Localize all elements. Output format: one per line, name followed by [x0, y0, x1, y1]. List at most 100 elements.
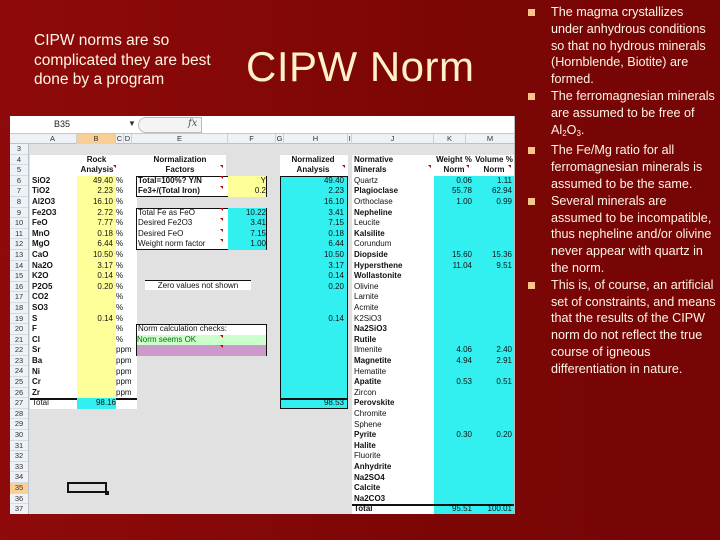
- row-header-6[interactable]: 6: [10, 176, 28, 187]
- oxide-label: Ni: [32, 366, 40, 376]
- row-header-17[interactable]: 17: [10, 292, 28, 303]
- mineral-name: Halite: [354, 440, 376, 450]
- volume-norm-value: [474, 292, 512, 303]
- fx-icon[interactable]: fx: [188, 118, 197, 129]
- rock-value-input[interactable]: 6.44: [77, 239, 113, 250]
- rock-value-input[interactable]: 0.18: [77, 229, 113, 240]
- row-header-19[interactable]: 19: [10, 314, 28, 325]
- row-header-26[interactable]: 26: [10, 388, 28, 399]
- rock-value-input[interactable]: 10.50: [77, 250, 113, 261]
- rock-value-input[interactable]: 0.20: [77, 282, 113, 293]
- rock-value-input[interactable]: [77, 367, 113, 378]
- rock-value-input[interactable]: [77, 345, 113, 356]
- column-header-k[interactable]: K: [434, 134, 466, 144]
- weight-norm-value: [434, 229, 472, 240]
- rock-value-input[interactable]: 2.72: [77, 208, 113, 219]
- rock-value-input[interactable]: [77, 388, 113, 399]
- row-header-8[interactable]: 8: [10, 197, 28, 208]
- factor-label: Fe3+/(Total Iron): [138, 186, 200, 196]
- row-header-20[interactable]: 20: [10, 324, 28, 335]
- row-header-13[interactable]: 13: [10, 250, 28, 261]
- row-header-37[interactable]: 37: [10, 504, 28, 514]
- normalized-value: 6.44: [328, 239, 344, 249]
- column-header-e[interactable]: E: [132, 134, 228, 144]
- comment-indicator-icon: [466, 165, 469, 169]
- rock-value-input[interactable]: [77, 335, 113, 346]
- name-box-dropdown-icon[interactable]: ▼: [128, 119, 136, 128]
- rock-value-input[interactable]: [77, 292, 113, 303]
- rock-value-input[interactable]: [77, 324, 113, 335]
- factor-input[interactable]: Y: [228, 175, 266, 187]
- row-header-22[interactable]: 22: [10, 345, 28, 356]
- column-header-g[interactable]: G: [276, 134, 284, 144]
- column-header-c[interactable]: C: [116, 134, 124, 144]
- row-header-3[interactable]: 3: [10, 144, 28, 155]
- column-header-j[interactable]: J: [352, 134, 434, 144]
- bullet-square-icon: [528, 197, 535, 205]
- rock-value-input[interactable]: [77, 356, 113, 367]
- row-header-18[interactable]: 18: [10, 303, 28, 314]
- row-header-10[interactable]: 10: [10, 218, 28, 229]
- selected-cell[interactable]: [67, 482, 107, 493]
- normalized-value: 2.23: [328, 186, 344, 196]
- row-header-12[interactable]: 12: [10, 239, 28, 250]
- norm-checks-extra: [137, 345, 266, 356]
- normalized-value: 0.18: [328, 228, 344, 238]
- column-header-d[interactable]: D: [124, 134, 132, 144]
- row-header-27[interactable]: 27: [10, 398, 28, 409]
- row-header-30[interactable]: 30: [10, 430, 28, 441]
- computed-label: Total Fe as FeO: [138, 207, 195, 217]
- row-header-9[interactable]: 9: [10, 208, 28, 219]
- row-header-34[interactable]: 34: [10, 472, 28, 483]
- normalized-value: [282, 335, 344, 346]
- bullet-list: The magma crystallizes under anhydrous c…: [522, 4, 718, 378]
- row-header-15[interactable]: 15: [10, 271, 28, 282]
- rock-value-input[interactable]: 0.14: [77, 314, 113, 325]
- bullet-text: The magma crystallizes under anhydrous c…: [551, 5, 706, 87]
- column-header-a[interactable]: A: [29, 134, 77, 144]
- rock-value-input[interactable]: 16.10: [77, 197, 113, 208]
- row-header-25[interactable]: 25: [10, 377, 28, 388]
- row-header-4[interactable]: 4: [10, 155, 28, 166]
- row-header-5[interactable]: 5: [10, 165, 28, 176]
- rock-value-input[interactable]: 3.17: [77, 261, 113, 272]
- column-header-f[interactable]: F: [228, 134, 276, 144]
- bullet-item: The Fe/Mg ratio for all ferromagnesian m…: [522, 142, 718, 192]
- volume-norm-value: [474, 324, 512, 335]
- unit-label: %: [116, 250, 124, 259]
- row-header-29[interactable]: 29: [10, 419, 28, 431]
- row-header-14[interactable]: 14: [10, 261, 28, 272]
- rock-value-input[interactable]: [77, 377, 113, 388]
- weight-norm-value: [434, 451, 472, 462]
- row-header-31[interactable]: 31: [10, 441, 28, 452]
- oxide-label: P2O5: [32, 281, 53, 291]
- unit-label: %: [116, 271, 124, 281]
- row-header-23[interactable]: 23: [10, 356, 28, 367]
- name-box[interactable]: B35: [54, 119, 70, 129]
- row-header-21[interactable]: 21: [10, 335, 28, 346]
- row-header-16[interactable]: 16: [10, 282, 28, 293]
- rock-value-input[interactable]: 0.14: [77, 271, 113, 282]
- fill-handle[interactable]: [105, 491, 109, 495]
- rock-value-input[interactable]: 7.77: [77, 218, 113, 229]
- formula-bar: B35 ▼ fx: [10, 116, 514, 134]
- rock-value-input[interactable]: [77, 303, 113, 314]
- row-header-32[interactable]: 32: [10, 451, 28, 462]
- row-header-35[interactable]: 35: [10, 483, 28, 494]
- row-header-28[interactable]: 28: [10, 409, 28, 420]
- factor-input[interactable]: 0.2: [228, 186, 266, 197]
- row-header-33[interactable]: 33: [10, 462, 28, 473]
- column-header-m[interactable]: M: [466, 134, 514, 144]
- unit-label: ppm: [116, 377, 132, 387]
- rock-value-input[interactable]: 2.23: [77, 186, 113, 197]
- row-header-7[interactable]: 7: [10, 186, 28, 197]
- column-header-b[interactable]: B: [77, 134, 116, 144]
- row-header-24[interactable]: 24: [10, 366, 28, 378]
- row-header-36[interactable]: 36: [10, 494, 28, 505]
- volume-norm-value: [474, 451, 512, 462]
- column-header-h[interactable]: H: [284, 134, 348, 144]
- rock-value-input[interactable]: 49.40: [77, 176, 113, 187]
- unit-label: %: [116, 313, 124, 323]
- volume-norm-value: [474, 239, 512, 250]
- row-header-11[interactable]: 11: [10, 229, 28, 240]
